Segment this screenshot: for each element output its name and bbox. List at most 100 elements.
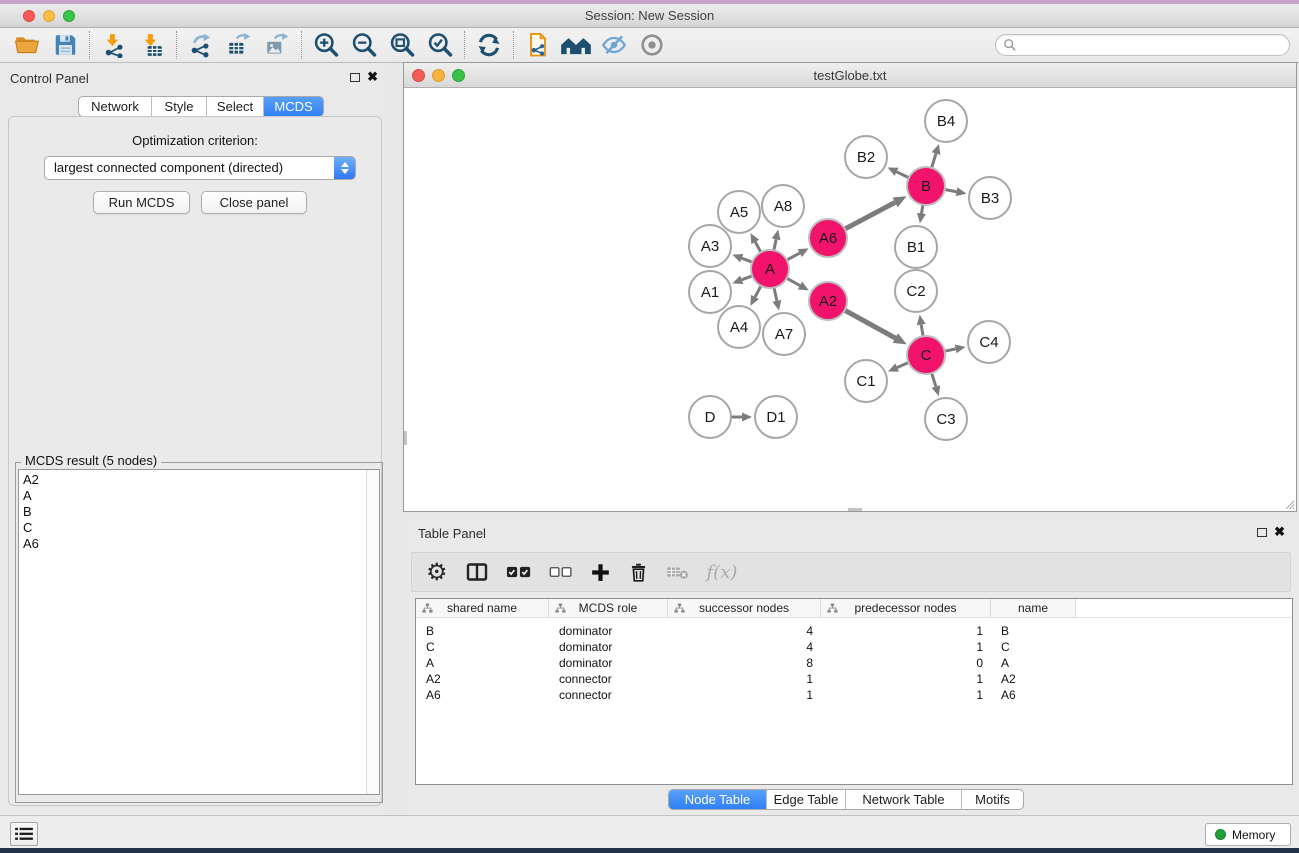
- network-window-titlebar[interactable]: testGlobe.txt: [404, 63, 1296, 88]
- delete-column-icon[interactable]: [628, 556, 649, 588]
- table-cell: A6: [426, 687, 441, 703]
- tab-node-table[interactable]: Node Table: [669, 790, 766, 809]
- list-icon: [14, 826, 34, 842]
- eye-icon[interactable]: [633, 29, 671, 61]
- control-panel-title: Control Panel: [10, 71, 89, 86]
- search-input[interactable]: [1021, 38, 1281, 52]
- canvas-vertical-scroll-mark[interactable]: [404, 431, 407, 445]
- optimization-dropdown-value: largest connected component (directed): [54, 160, 283, 175]
- table-cell: dominator: [559, 655, 612, 671]
- toolbar-icon-group: [8, 28, 671, 62]
- column-header-shared-name[interactable]: shared name: [416, 599, 549, 617]
- float-panel-icon[interactable]: [350, 73, 360, 82]
- table-cell: 0: [821, 655, 983, 671]
- status-bar: Memory: [0, 815, 1299, 848]
- table-cell: 1: [668, 671, 813, 687]
- mcds-result-item[interactable]: B: [19, 504, 379, 520]
- add-column-icon[interactable]: [590, 556, 611, 588]
- import-table-icon[interactable]: [133, 29, 171, 61]
- table-cell: 4: [668, 639, 813, 655]
- mcds-list-scrollbar[interactable]: [366, 470, 379, 794]
- network-window-title: testGlobe.txt: [404, 68, 1296, 83]
- table-cell: 1: [668, 687, 813, 703]
- table-cell: dominator: [559, 639, 612, 655]
- close-panel-icon[interactable]: ✖: [367, 72, 378, 82]
- network-graph[interactable]: AA1A2A3A4A5A6A7A8BB1B2B3B4CC1C2C3C4DD1: [404, 88, 1296, 511]
- column-header-name[interactable]: name: [991, 599, 1076, 617]
- table-cell: B: [1001, 623, 1009, 639]
- node-label-A6: A6: [819, 230, 837, 247]
- tab-motifs[interactable]: Motifs: [961, 790, 1023, 809]
- node-label-A8: A8: [774, 198, 792, 215]
- memory-status-icon: [1215, 829, 1226, 840]
- node-label-D1: D1: [766, 409, 785, 426]
- table-cell: A2: [1001, 671, 1016, 687]
- export-image-icon[interactable]: [258, 29, 296, 61]
- clone-network-icon[interactable]: [519, 29, 557, 61]
- export-network-icon[interactable]: [182, 29, 220, 61]
- node-label-B4: B4: [937, 113, 955, 130]
- memory-button[interactable]: Memory: [1205, 823, 1291, 846]
- deselect-all-icon[interactable]: [549, 556, 573, 588]
- control-panel-tabs: NetworkStyleSelectMCDS: [78, 96, 324, 117]
- mcds-result-item[interactable]: C: [19, 520, 379, 536]
- node-label-C2: C2: [906, 283, 925, 300]
- float-table-panel-icon[interactable]: [1257, 528, 1267, 537]
- network-canvas[interactable]: AA1A2A3A4A5A6A7A8BB1B2B3B4CC1C2C3C4DD1: [404, 88, 1296, 511]
- application-window: Session: New Session Control Panel ✖ Net…: [0, 0, 1299, 853]
- tab-network-table[interactable]: Network Table: [845, 790, 961, 809]
- table-cell: connector: [559, 671, 612, 687]
- tab-edge-table[interactable]: Edge Table: [766, 790, 845, 809]
- mcds-result-item[interactable]: A2: [19, 472, 379, 488]
- save-icon[interactable]: [46, 29, 84, 61]
- toolbar-separator: [89, 31, 90, 59]
- column-header-MCDS-role[interactable]: MCDS role: [549, 599, 668, 617]
- table-cell: A2: [426, 671, 441, 687]
- node-label-B1: B1: [907, 239, 925, 256]
- zoom-fit-icon[interactable]: [383, 29, 421, 61]
- zoom-selected-icon[interactable]: [421, 29, 459, 61]
- refresh-icon[interactable]: [470, 29, 508, 61]
- tab-network[interactable]: Network: [79, 97, 151, 116]
- app-title: Session: New Session: [0, 8, 1299, 23]
- memory-label: Memory: [1232, 828, 1275, 842]
- task-history-button[interactable]: [10, 822, 38, 846]
- mcds-result-item[interactable]: A: [19, 488, 379, 504]
- table-cell: C: [1001, 639, 1010, 655]
- mcds-result-item[interactable]: A6: [19, 536, 379, 552]
- mcds-result-list[interactable]: A2ABCA6: [18, 469, 380, 795]
- zoom-out-icon[interactable]: [345, 29, 383, 61]
- tab-style[interactable]: Style: [151, 97, 206, 116]
- resize-grip-icon[interactable]: [1283, 498, 1295, 510]
- settings-gear-icon[interactable]: ⚙: [426, 556, 448, 588]
- tab-select[interactable]: Select: [206, 97, 263, 116]
- node-label-C: C: [921, 347, 932, 364]
- run-mcds-button[interactable]: Run MCDS: [93, 191, 190, 214]
- hide-eye-icon[interactable]: [595, 29, 633, 61]
- toolbar-separator: [513, 31, 514, 59]
- export-table-icon[interactable]: [220, 29, 258, 61]
- function-builder-icon[interactable]: f(x): [707, 556, 738, 588]
- home-pair-icon[interactable]: [557, 29, 595, 61]
- table-cell: 8: [668, 655, 813, 671]
- split-view-icon[interactable]: [465, 556, 489, 588]
- column-header-successor-nodes[interactable]: successor nodes: [668, 599, 821, 617]
- table-cell: C: [426, 639, 435, 655]
- column-header-predecessor-nodes[interactable]: predecessor nodes: [821, 599, 991, 617]
- canvas-horizontal-scroll-mark[interactable]: [848, 508, 862, 511]
- close-panel-button[interactable]: Close panel: [201, 191, 307, 214]
- table-panel: Table Panel ✖ ⚙f(x) shared nameMCDS role…: [403, 520, 1299, 815]
- search-field[interactable]: [995, 34, 1290, 56]
- select-all-icon[interactable]: [506, 556, 532, 588]
- delete-table-icon[interactable]: [666, 556, 690, 588]
- node-label-B3: B3: [981, 190, 999, 207]
- close-table-panel-icon[interactable]: ✖: [1274, 527, 1285, 537]
- tab-mcds[interactable]: MCDS: [263, 97, 323, 116]
- node-label-A2: A2: [819, 293, 837, 310]
- zoom-in-icon[interactable]: [307, 29, 345, 61]
- node-label-A5: A5: [730, 204, 748, 221]
- mcds-result-title: MCDS result (5 nodes): [21, 453, 161, 468]
- open-folder-icon[interactable]: [8, 29, 46, 61]
- optimization-dropdown[interactable]: largest connected component (directed): [44, 156, 356, 180]
- import-network-icon[interactable]: [95, 29, 133, 61]
